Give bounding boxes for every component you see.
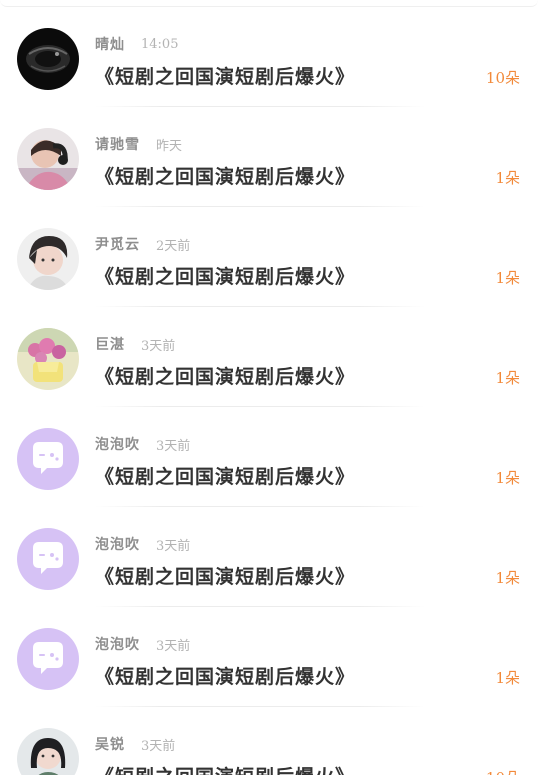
- gift-count: 1朵: [495, 669, 520, 687]
- comment-time: 2天前: [156, 238, 191, 254]
- comment-time: 昨天: [156, 138, 183, 154]
- comment-text: 《短剧之回国演短剧后爆火》: [95, 66, 356, 88]
- user-name[interactable]: 泡泡吹: [95, 534, 140, 554]
- gift-list: 晴灿 14:05 《短剧之回国演短剧后爆火》 10朵 请驰雪 昨天 《短剧之回国…: [0, 7, 538, 775]
- chat-bubble-avatar-icon: [17, 428, 79, 490]
- gift-count: 1朵: [495, 569, 520, 587]
- gift-count: 10朵: [486, 767, 520, 775]
- comment-meta: 泡泡吹 3天前: [95, 534, 190, 554]
- headphones-photo-avatar-icon: [17, 128, 79, 190]
- list-item[interactable]: 晴灿 14:05 《短剧之回国演短剧后爆火》 10朵: [0, 7, 538, 107]
- avatar[interactable]: [17, 328, 79, 390]
- comment-meta: 请驰雪 昨天: [95, 134, 182, 154]
- comment-text: 《短剧之回国演短剧后爆火》: [95, 666, 356, 688]
- comment-meta: 巨湛 3天前: [95, 334, 175, 354]
- list-item[interactable]: 泡泡吹 3天前 《短剧之回国演短剧后爆火》 1朵: [0, 607, 538, 707]
- black-tech-avatar-icon: [17, 28, 79, 90]
- gift-count: 1朵: [495, 369, 520, 387]
- girl-photo-avatar-icon: [17, 728, 79, 775]
- comment-meta: 泡泡吹 3天前: [95, 434, 190, 454]
- user-name[interactable]: 请驰雪: [95, 134, 140, 154]
- list-item[interactable]: 泡泡吹 3天前 《短剧之回国演短剧后爆火》 1朵: [0, 407, 538, 507]
- comment-meta: 尹觅云 2天前: [95, 234, 190, 254]
- comment-meta: 晴灿 14:05: [95, 34, 178, 54]
- comment-text: 《短剧之回国演短剧后爆火》: [95, 466, 356, 488]
- user-name[interactable]: 巨湛: [95, 334, 125, 354]
- user-name[interactable]: 尹觅云: [95, 234, 140, 254]
- comment-meta: 泡泡吹 3天前: [95, 634, 190, 654]
- chat-bubble-avatar-icon: [17, 628, 79, 690]
- avatar[interactable]: [17, 128, 79, 190]
- comment-meta: 吴锐 3天前: [95, 734, 175, 754]
- list-item[interactable]: 请驰雪 昨天 《短剧之回国演短剧后爆火》 1朵: [0, 107, 538, 207]
- list-item[interactable]: 巨湛 3天前 《短剧之回国演短剧后爆火》 1朵: [0, 307, 538, 407]
- gift-count: 1朵: [495, 169, 520, 187]
- comment-text: 《短剧之回国演短剧后爆火》: [95, 366, 356, 388]
- flowers-photo-avatar-icon: [17, 328, 79, 390]
- comment-time: 3天前: [141, 738, 176, 754]
- gift-count: 10朵: [485, 69, 520, 87]
- comment-text: 《短剧之回国演短剧后爆火》: [95, 566, 356, 588]
- top-bar: [0, 0, 538, 7]
- avatar[interactable]: [17, 728, 79, 775]
- avatar[interactable]: [17, 628, 79, 690]
- comment-time: 3天前: [156, 538, 191, 554]
- gift-count: 1朵: [495, 269, 520, 287]
- avatar[interactable]: [17, 228, 79, 290]
- list-item[interactable]: 泡泡吹 3天前 《短剧之回国演短剧后爆火》 1朵: [0, 507, 538, 607]
- comment-time: 3天前: [156, 438, 191, 454]
- comment-text: 《短剧之回国演短剧后爆火》: [95, 166, 356, 188]
- gift-count: 1朵: [495, 469, 520, 487]
- portrait-photo-avatar-icon: [17, 228, 79, 290]
- avatar[interactable]: [17, 28, 79, 90]
- comment-time: 14:05: [141, 36, 179, 52]
- list-item[interactable]: 尹觅云 2天前 《短剧之回国演短剧后爆火》 1朵: [0, 207, 538, 307]
- chat-bubble-avatar-icon: [17, 528, 79, 590]
- comment-time: 3天前: [156, 638, 191, 654]
- user-name[interactable]: 吴锐: [95, 734, 125, 754]
- comment-text: 《短剧之回国演短剧后爆火》: [95, 266, 356, 288]
- avatar[interactable]: [17, 528, 79, 590]
- user-name[interactable]: 泡泡吹: [95, 434, 140, 454]
- list-item[interactable]: 吴锐 3天前 《短剧之回国演短剧后爆火》 10朵: [0, 707, 538, 775]
- comment-text: 《短剧之回国演短剧后爆火》: [95, 762, 355, 775]
- avatar[interactable]: [17, 428, 79, 490]
- user-name[interactable]: 泡泡吹: [95, 634, 140, 654]
- comment-time: 3天前: [141, 338, 176, 354]
- user-name[interactable]: 晴灿: [95, 34, 125, 54]
